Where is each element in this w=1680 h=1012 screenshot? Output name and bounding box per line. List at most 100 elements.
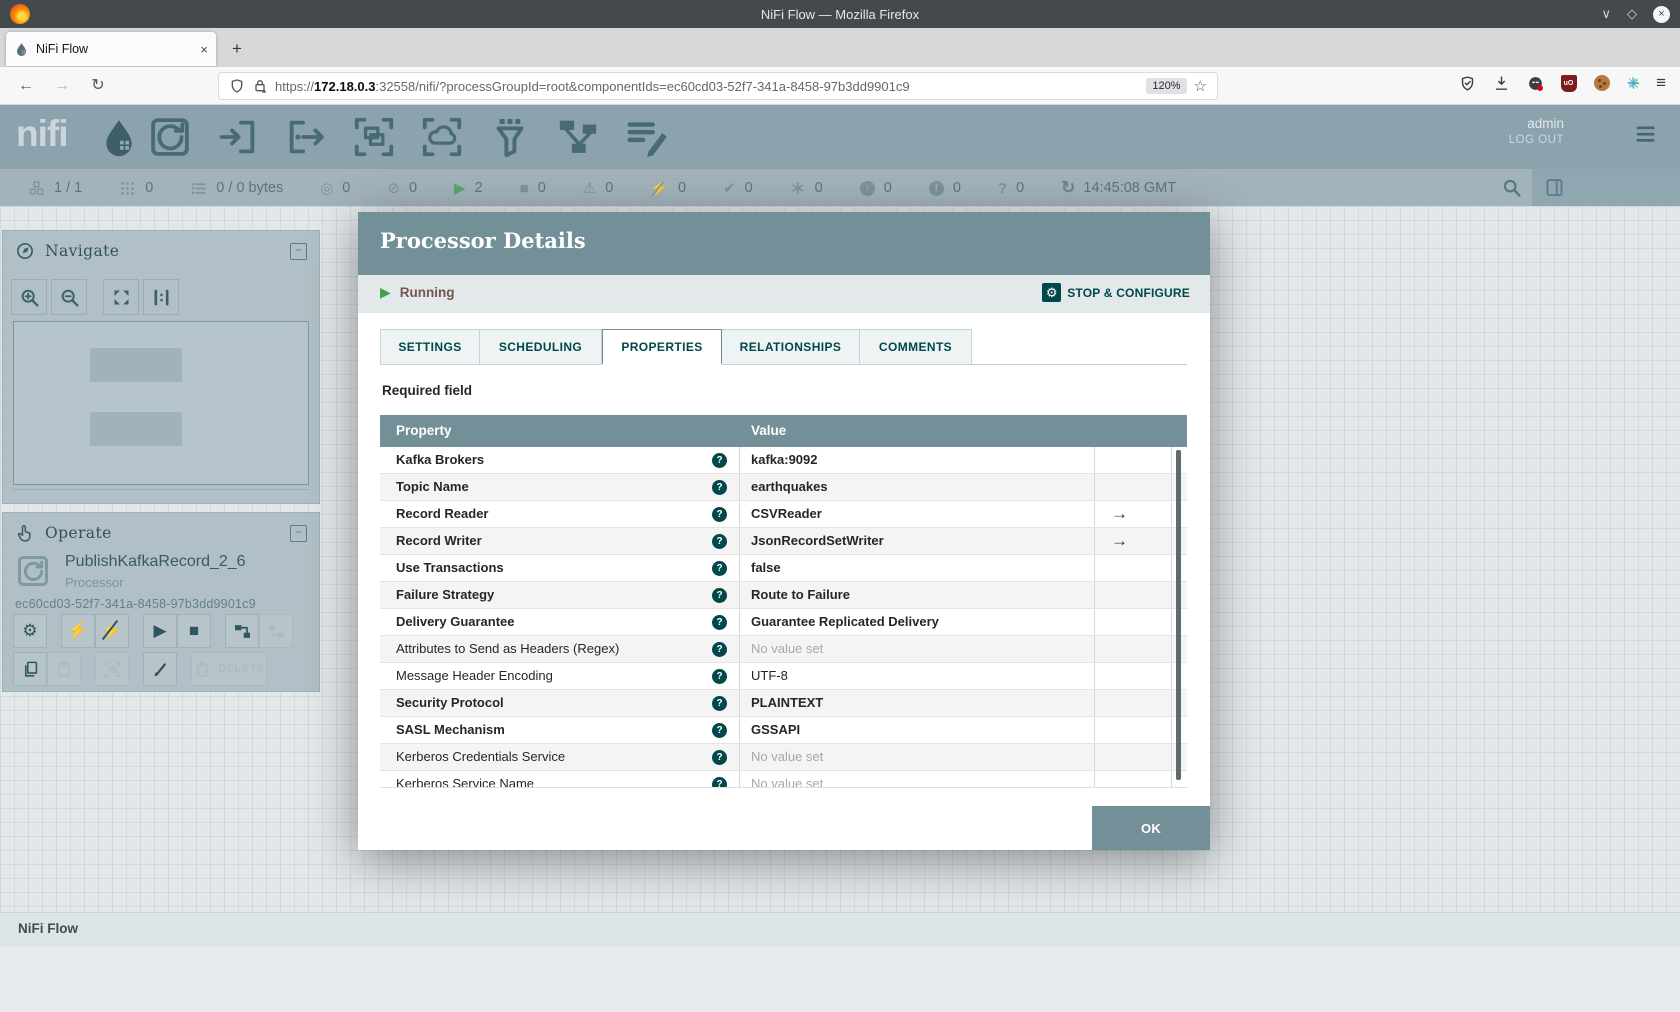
go-to-service-icon[interactable]: →: [1111, 531, 1128, 550]
input-port-tool-icon[interactable]: [215, 114, 261, 160]
bookmark-star-icon[interactable]: ☆: [1194, 77, 1207, 95]
invalid-icon: ⚠: [582, 179, 597, 197]
new-tab-button[interactable]: +: [224, 36, 250, 62]
url-bar[interactable]: https://172.18.0.3:32558/nifi/?processGr…: [218, 72, 1218, 100]
row-extra-cell: [1095, 447, 1172, 473]
operate-collapse-button[interactable]: −: [290, 524, 307, 542]
help-icon[interactable]: ?: [712, 642, 727, 657]
remote-process-group-tool-icon[interactable]: [419, 114, 465, 160]
tracking-protection-icon[interactable]: [229, 78, 245, 94]
url-text: https://172.18.0.3:32558/nifi/?processGr…: [275, 78, 910, 94]
processor-icon: [15, 553, 51, 589]
tab-settings[interactable]: SETTINGS: [380, 329, 480, 365]
zoom-level-badge[interactable]: 120%: [1146, 78, 1187, 94]
help-icon[interactable]: ?: [712, 615, 727, 630]
zoom-fit-button[interactable]: [103, 279, 139, 315]
help-icon[interactable]: ?: [712, 561, 727, 576]
disable-button[interactable]: ⚡: [95, 614, 129, 648]
tab-close-icon[interactable]: ×: [200, 42, 208, 57]
downloads-icon[interactable]: [1493, 75, 1510, 92]
refresh-icon[interactable]: ↻: [1061, 178, 1075, 198]
pinwheel-extension-icon[interactable]: ✳: [1627, 74, 1640, 92]
help-icon[interactable]: ?: [712, 588, 727, 603]
go-to-service-icon[interactable]: →: [1111, 504, 1128, 523]
zoom-actual-button[interactable]: [143, 279, 179, 315]
start-button[interactable]: ▶: [143, 614, 177, 648]
table-row: Topic Name? earthquakes: [380, 474, 1187, 501]
property-name: Kerberos Credentials Service?: [380, 744, 740, 770]
processor-tool-icon[interactable]: [147, 114, 193, 160]
ok-button[interactable]: OK: [1092, 806, 1210, 850]
global-menu-icon[interactable]: ≡: [1635, 111, 1656, 157]
browser-tab[interactable]: NiFi Flow ×: [6, 32, 216, 66]
output-port-tool-icon[interactable]: [283, 114, 329, 160]
process-group-tool-icon[interactable]: [351, 114, 397, 160]
browser-toolbar: ← → ↻ https://172.18.0.3:32558/nifi/?pro…: [0, 67, 1680, 105]
status-count: 0: [537, 180, 546, 196]
property-name: Attributes to Send as Headers (Regex)?: [380, 636, 740, 662]
help-icon[interactable]: ?: [712, 480, 727, 495]
help-icon[interactable]: ?: [712, 777, 727, 787]
window-close-icon[interactable]: ×: [1653, 5, 1670, 23]
birdseye-minimap[interactable]: [13, 321, 309, 485]
enable-button[interactable]: ⚡: [61, 614, 95, 648]
tab-comments[interactable]: COMMENTS: [860, 329, 972, 365]
pocket-shield-icon[interactable]: [1459, 75, 1476, 92]
breadcrumb[interactable]: NiFi Flow: [18, 921, 78, 936]
zoom-in-button[interactable]: [11, 279, 47, 315]
help-icon[interactable]: ?: [712, 750, 727, 765]
row-extra-cell: [1095, 474, 1172, 500]
cookie-extension-icon[interactable]: [1593, 75, 1610, 91]
help-icon[interactable]: ?: [712, 696, 727, 711]
status-count: 0: [605, 180, 614, 196]
color-button[interactable]: [143, 652, 177, 686]
tab-properties[interactable]: PROPERTIES: [602, 329, 722, 365]
panel-toggle-icon[interactable]: [1544, 177, 1565, 198]
status-items: 1 / 100 / 0 bytes ◎ 0 ⊘ 0 ▶ 2 ■ 0 ⚠ 0 ⚡ 0 ✔ 0 ∗ 0 ↑ 0! 0? 0 ↻…: [28, 169, 1176, 207]
compass-icon: [15, 241, 35, 261]
status-transmitting: ◎ 0: [320, 180, 350, 196]
stop-configure-gear-icon: ⚙: [1042, 283, 1062, 302]
copy-button[interactable]: [13, 652, 47, 686]
back-button[interactable]: ←: [14, 74, 38, 98]
save-flow-version-button[interactable]: [225, 614, 259, 648]
operate-panel-title: Operate: [45, 524, 112, 542]
forward-button[interactable]: →: [50, 74, 74, 98]
stop-button[interactable]: ■: [177, 614, 211, 648]
help-icon[interactable]: ?: [712, 723, 727, 738]
tab-relationships[interactable]: RELATIONSHIPS: [722, 329, 860, 365]
help-icon[interactable]: ?: [712, 453, 727, 468]
zoom-out-button[interactable]: [51, 279, 87, 315]
ublock-icon[interactable]: uO: [1560, 74, 1577, 92]
properties-table: Property Value Kafka Brokers? kafka:9092 T…: [380, 415, 1187, 788]
navigate-collapse-button[interactable]: −: [290, 242, 307, 260]
label-tool-icon[interactable]: [623, 114, 669, 160]
property-name: Record Reader?: [380, 501, 740, 527]
row-extra-cell: [1095, 609, 1172, 635]
help-icon[interactable]: ?: [712, 669, 727, 684]
status-cluster: 1 / 1: [28, 180, 82, 197]
search-icon[interactable]: [1501, 177, 1522, 198]
reload-button[interactable]: ↻: [86, 74, 110, 98]
extension-mask-icon[interactable]: [1527, 75, 1544, 92]
table-header: Property Value: [380, 415, 1187, 447]
help-icon[interactable]: ?: [712, 507, 727, 522]
hamburger-menu-icon[interactable]: ≡: [1656, 73, 1666, 93]
window-maximize-icon[interactable]: ◇: [1627, 6, 1637, 22]
window-minimize-icon[interactable]: ∨: [1601, 6, 1611, 22]
property-value: Guarantee Replicated Delivery: [740, 609, 1095, 635]
lock-warning-icon[interactable]: [252, 78, 268, 94]
help-icon[interactable]: ?: [712, 534, 727, 549]
logout-link[interactable]: LOG OUT: [1509, 134, 1564, 146]
row-extra-cell: [1095, 771, 1172, 787]
property-value: No value set: [740, 771, 1095, 787]
tab-scheduling[interactable]: SCHEDULING: [480, 329, 602, 365]
configure-button[interactable]: ⚙: [13, 614, 47, 648]
table-scrollbar[interactable]: [1176, 450, 1181, 780]
template-tool-icon[interactable]: [555, 114, 601, 160]
status-threads: 0: [119, 180, 153, 197]
funnel-tool-icon[interactable]: [487, 114, 533, 160]
stop-and-configure-button[interactable]: ⚙ STOP & CONFIGURE: [1042, 283, 1190, 302]
running-icon: ▶: [454, 179, 466, 197]
property-value: JsonRecordSetWriter: [740, 528, 1095, 554]
